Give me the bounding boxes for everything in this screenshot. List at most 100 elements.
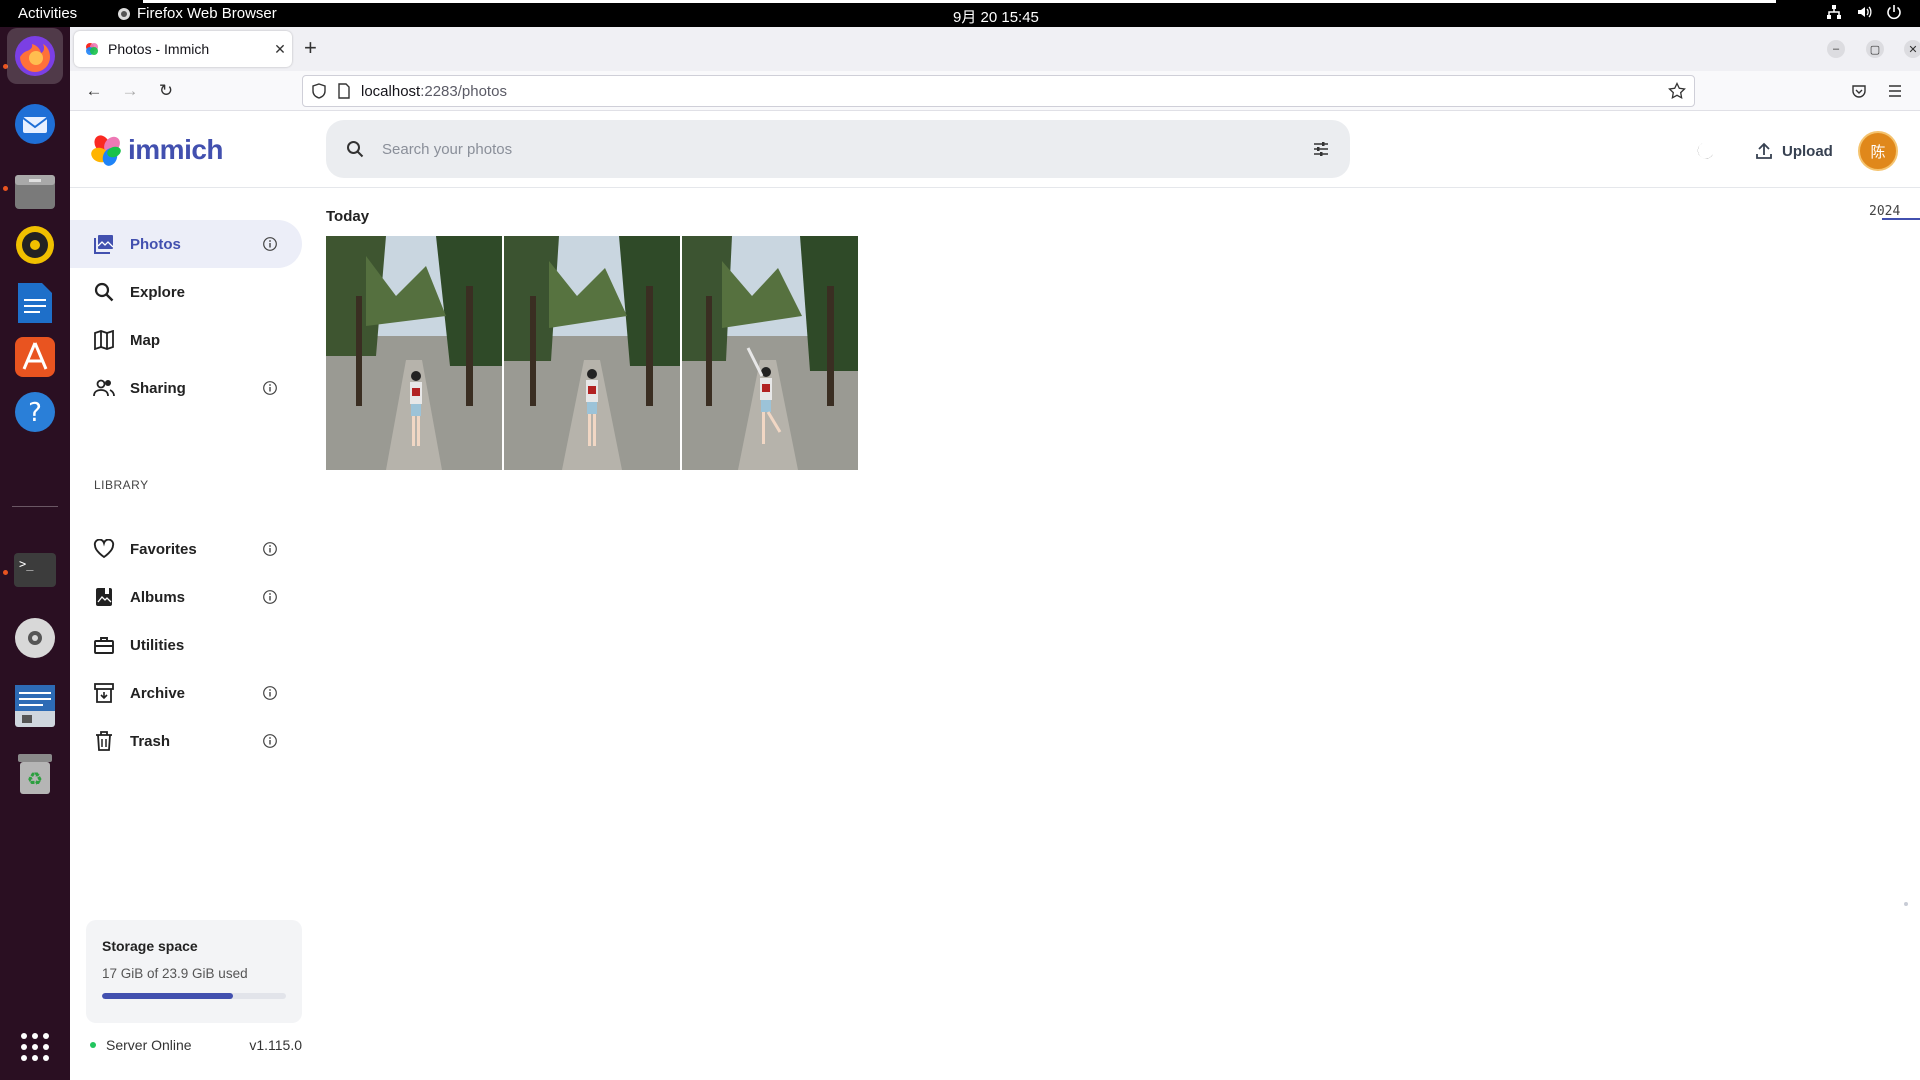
close-window-icon[interactable]: ✕ <box>1904 40 1920 58</box>
immich-favicon <box>86 43 98 55</box>
dock-help[interactable]: ? <box>7 384 63 440</box>
archive-icon <box>94 683 114 703</box>
sidebar-item-sharing[interactable]: Sharing <box>70 364 302 412</box>
url-host: localhost <box>361 82 421 100</box>
dock-disc[interactable] <box>7 610 63 666</box>
network-icon <box>1827 5 1841 19</box>
dock-files[interactable] <box>7 163 63 219</box>
timeline-year-marker[interactable]: 2024 <box>1869 204 1900 219</box>
sidebar: Photos Explore Map Sharing LIBRARY Favor… <box>70 189 302 1080</box>
recycle-bin-icon: ♻ <box>18 754 52 794</box>
hamburger-menu-icon[interactable] <box>1887 83 1903 99</box>
focused-app-menu[interactable]: Firefox Web Browser <box>117 5 277 22</box>
storage-usage-fill <box>102 993 233 999</box>
server-status[interactable]: Server Online v1.115.0 <box>90 1037 302 1053</box>
dock-thunderbird[interactable] <box>7 96 63 152</box>
forward-arrow-icon[interactable]: → <box>118 79 142 103</box>
dock-firefox[interactable] <box>7 28 63 84</box>
system-top-bar: Activities Firefox Web Browser 9月 20 15:… <box>0 0 1920 27</box>
help-icon: ? <box>15 392 55 432</box>
tracking-shield-icon[interactable] <box>311 83 327 99</box>
page-info-icon[interactable] <box>337 83 351 99</box>
app-grid-icon <box>21 1033 49 1061</box>
storage-used-text: 17 GiB of 23.9 GiB used <box>102 966 248 981</box>
info-icon[interactable] <box>262 541 278 557</box>
info-icon[interactable] <box>262 589 278 605</box>
timeline-scroll-dot <box>1904 902 1908 906</box>
back-arrow-icon[interactable]: ← <box>82 79 106 103</box>
browser-tab-bar: Photos - Immich ✕ + – ▢ ✕ <box>70 27 1920 71</box>
browser-nav-bar: ← → ↻ localhost:2283/photos <box>70 71 1920 111</box>
sidebar-item-label: Map <box>130 331 160 349</box>
upload-label: Upload <box>1782 142 1833 160</box>
system-tray[interactable] <box>1826 4 1902 20</box>
dock-show-apps[interactable] <box>7 1019 63 1075</box>
bookmark-star-icon[interactable] <box>1668 82 1686 100</box>
svg-text:?: ? <box>28 398 42 428</box>
sidebar-item-favorites[interactable]: Favorites <box>70 525 302 573</box>
svg-text:♻: ♻ <box>27 769 43 790</box>
dock-app-center[interactable] <box>7 329 63 385</box>
search-bar[interactable] <box>326 120 1350 178</box>
sidebar-item-utilities[interactable]: Utilities <box>70 621 302 669</box>
search-icon[interactable] <box>346 140 364 158</box>
photo-thumbnail[interactable] <box>326 236 502 470</box>
library-section-label: LIBRARY <box>94 478 149 492</box>
svg-text:>_: >_ <box>19 557 34 571</box>
timeline-scrubber-indicator[interactable] <box>1882 218 1920 220</box>
search-filter-icon[interactable] <box>1312 140 1330 158</box>
storage-panel[interactable]: Storage space 17 GiB of 23.9 GiB used <box>86 920 302 1023</box>
disc-icon <box>15 618 55 658</box>
date-group-title: Today <box>326 208 370 225</box>
dock-rhythmbox[interactable] <box>7 217 63 273</box>
user-avatar[interactable]: 陈 <box>1858 131 1898 171</box>
dock-separator <box>12 506 58 507</box>
minimize-icon[interactable]: – <box>1827 40 1845 58</box>
sidebar-item-trash[interactable]: Trash <box>70 717 302 765</box>
upload-button[interactable]: Upload <box>1754 136 1833 166</box>
upload-icon <box>1756 142 1772 159</box>
pocket-icon[interactable] <box>1851 83 1867 99</box>
photos-icon <box>94 235 114 254</box>
url-bar[interactable]: localhost:2283/photos <box>302 75 1695 107</box>
trash-icon <box>96 731 112 751</box>
photo-thumbnail[interactable] <box>504 236 680 470</box>
firefox-small-icon <box>118 7 130 20</box>
server-online-dot <box>90 1042 96 1048</box>
immich-logo-icon <box>91 135 121 166</box>
map-icon <box>94 330 114 350</box>
sidebar-item-explore[interactable]: Explore <box>70 268 302 316</box>
people-icon <box>93 379 115 397</box>
dock-writer[interactable] <box>7 275 63 331</box>
tab-close-icon[interactable]: ✕ <box>268 41 292 58</box>
photo-image <box>504 236 680 470</box>
immich-logo[interactable]: immich <box>90 134 224 166</box>
info-icon[interactable] <box>262 380 278 396</box>
dock-text-editor[interactable] <box>7 678 63 734</box>
theme-toggle-button[interactable] <box>1690 136 1720 166</box>
photo-thumbnail[interactable] <box>682 236 858 470</box>
sidebar-item-photos[interactable]: Photos <box>70 220 302 268</box>
clock[interactable]: 9月 20 15:45 <box>953 6 1039 27</box>
dock-terminal[interactable]: >_ <box>7 542 63 598</box>
new-tab-plus-icon[interactable]: + <box>304 37 317 59</box>
info-icon[interactable] <box>262 685 278 701</box>
sidebar-item-archive[interactable]: Archive <box>70 669 302 717</box>
server-version[interactable]: v1.115.0 <box>249 1037 302 1053</box>
immich-app: immich Upload 陈 Photos Explore Map <box>70 112 1920 1080</box>
sidebar-item-map[interactable]: Map <box>70 316 302 364</box>
sidebar-item-albums[interactable]: Albums <box>70 573 302 621</box>
maximize-icon[interactable]: ▢ <box>1866 40 1884 58</box>
ubuntu-dock: ? >_ ♻ <box>0 27 70 1080</box>
storage-title: Storage space <box>102 938 198 954</box>
url-path: :2283/photos <box>420 82 507 100</box>
dock-trash[interactable]: ♻ <box>7 746 63 802</box>
photo-image <box>326 236 502 470</box>
activities-button[interactable]: Activities <box>18 5 77 22</box>
info-icon[interactable] <box>262 733 278 749</box>
browser-tab-photos[interactable]: Photos - Immich ✕ <box>74 31 292 67</box>
toolbox-icon <box>94 637 114 654</box>
info-icon[interactable] <box>262 236 278 252</box>
search-input[interactable] <box>382 140 1282 158</box>
reload-icon[interactable]: ↻ <box>154 79 178 103</box>
